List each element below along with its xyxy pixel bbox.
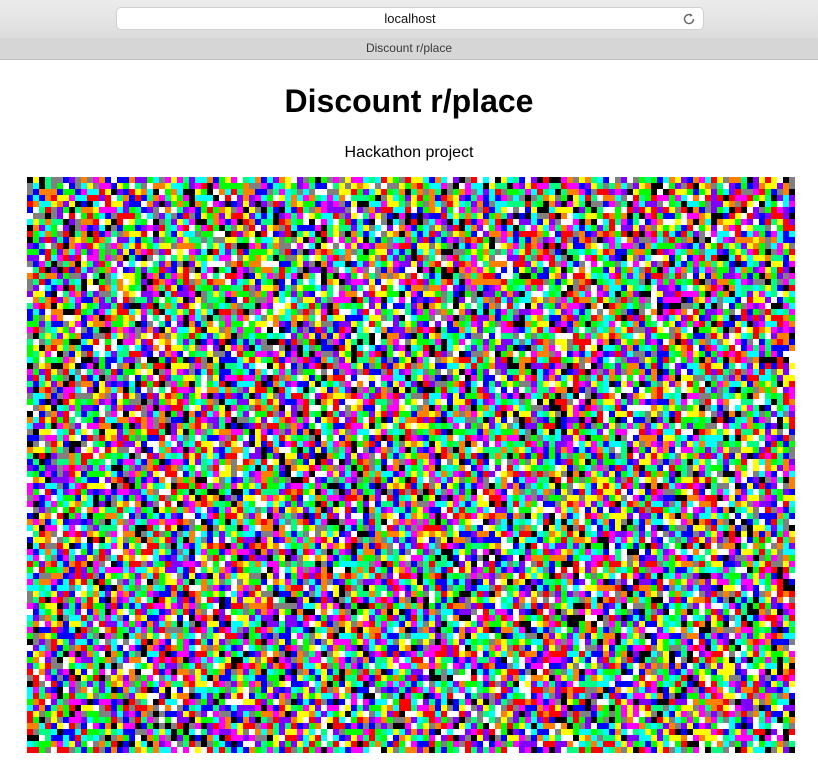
address-text: localhost xyxy=(384,11,436,26)
address-bar[interactable]: localhost xyxy=(116,7,704,30)
page-content: Discount r/place Hackathon project xyxy=(0,60,818,773)
tab-bar: Discount r/place xyxy=(0,38,818,60)
page-subtitle: Hackathon project xyxy=(344,144,474,161)
reload-icon[interactable] xyxy=(681,11,697,27)
page-title: Discount r/place xyxy=(284,83,534,119)
tab-title[interactable]: Discount r/place xyxy=(366,41,452,55)
pixel-canvas[interactable] xyxy=(27,177,795,753)
browser-toolbar: localhost xyxy=(0,0,818,39)
